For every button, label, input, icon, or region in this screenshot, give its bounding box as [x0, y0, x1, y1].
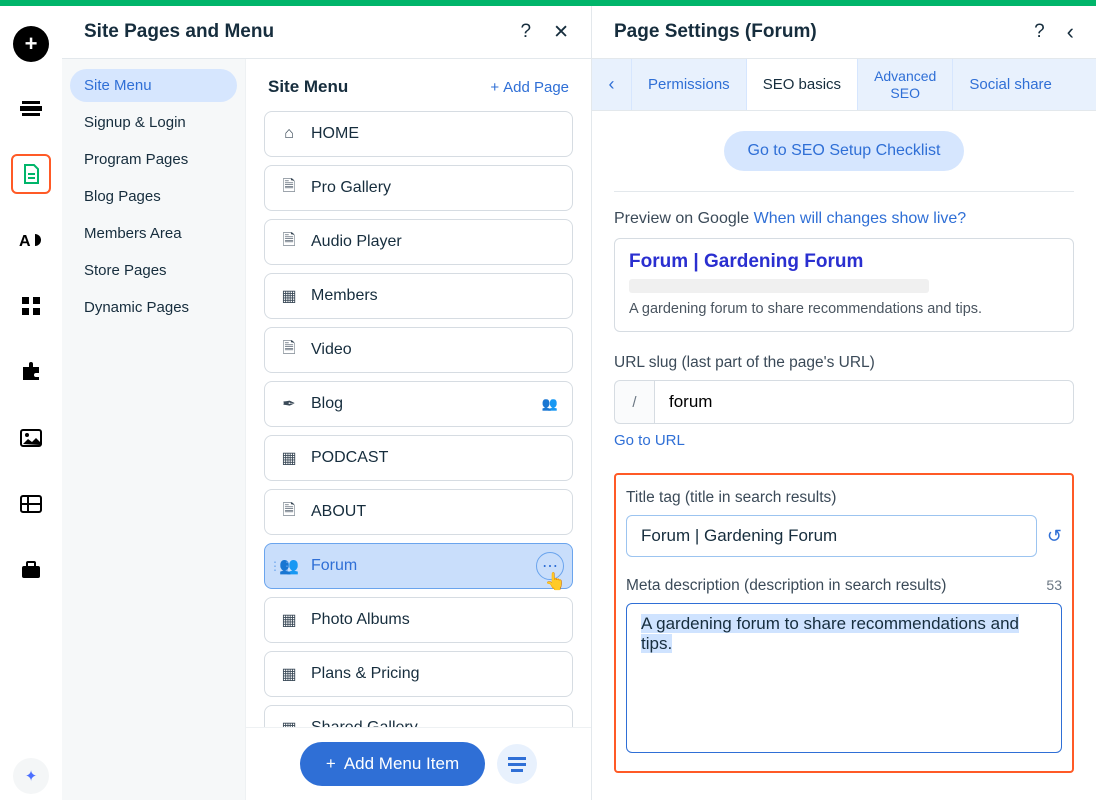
group-indicator-icon: 👥: [542, 396, 558, 412]
category-members-area[interactable]: Members Area: [70, 217, 237, 250]
page-item-audio-player[interactable]: 🗎 Audio Player: [264, 219, 573, 265]
doc-icon: 🗎: [279, 229, 299, 256]
help-button[interactable]: ?: [521, 21, 532, 43]
design-icon[interactable]: A: [11, 220, 51, 260]
page-item-plans-pricing[interactable]: ▦ Plans & Pricing: [264, 651, 573, 697]
apps-icon[interactable]: [11, 286, 51, 326]
page-item-pro-gallery[interactable]: 🗎 Pro Gallery: [264, 165, 573, 211]
grid-icon: ▦: [279, 286, 299, 306]
site-pages-header: Site Pages and Menu ? ✕: [62, 6, 591, 59]
pages-list: ⌂ HOME 🗎 Pro Gallery 🗎 Audio Player ▦ Member…: [246, 103, 591, 727]
page-label: ABOUT: [311, 503, 366, 521]
page-label: Audio Player: [311, 233, 402, 251]
category-blog-pages[interactable]: Blog Pages: [70, 180, 237, 213]
changes-live-link[interactable]: When will changes show live?: [754, 210, 967, 227]
seo-highlight-region: Title tag (title in search results) ↺ Me…: [614, 473, 1074, 773]
page-item-shared-gallery[interactable]: ▦ Shared Gallery: [264, 705, 573, 727]
doc-icon: 🗎: [279, 175, 299, 202]
page-item-forum[interactable]: ⋮⋮ 👥 Forum ⋯ 👆: [264, 543, 573, 589]
page-item-blog[interactable]: ✒ Blog 👥: [264, 381, 573, 427]
add-button[interactable]: +: [13, 26, 49, 62]
page-label: Members: [311, 287, 378, 305]
page-label: Pro Gallery: [311, 179, 391, 197]
add-page-label: Add Page: [503, 79, 569, 96]
close-button[interactable]: ✕: [553, 21, 569, 44]
page-settings-header: Page Settings (Forum) ? ‹: [592, 6, 1096, 59]
tab-permissions[interactable]: Permissions: [632, 59, 747, 110]
title-tag-input[interactable]: [626, 515, 1037, 557]
page-label: Forum: [311, 557, 357, 575]
url-slug-input[interactable]: [654, 380, 1074, 424]
add-menu-item-button[interactable]: + Add Menu Item: [300, 742, 485, 786]
category-site-menu[interactable]: Site Menu: [70, 69, 237, 102]
collapse-button[interactable]: ‹: [1067, 19, 1074, 45]
page-item-podcast[interactable]: ▦ PODCAST: [264, 435, 573, 481]
page-item-members[interactable]: ▦ Members: [264, 273, 573, 319]
category-program-pages[interactable]: Program Pages: [70, 143, 237, 176]
pages-column-heading: Site Menu: [268, 77, 348, 97]
category-dynamic-pages[interactable]: Dynamic Pages: [70, 291, 237, 324]
meta-description-input[interactable]: A gardening forum to share recommendatio…: [626, 603, 1062, 753]
page-settings-title: Page Settings (Forum): [614, 21, 817, 43]
doc-icon: 🗎: [279, 337, 299, 364]
page-label: Video: [311, 341, 352, 359]
page-item-home[interactable]: ⌂ HOME: [264, 111, 573, 157]
add-page-button[interactable]: + Add Page: [490, 79, 569, 96]
pages-icon[interactable]: [11, 154, 51, 194]
grid-icon: ▦: [279, 718, 299, 727]
category-store-pages[interactable]: Store Pages: [70, 254, 237, 287]
page-settings-panel: Page Settings (Forum) ? ‹ ‹ Permissions …: [592, 6, 1096, 800]
go-to-url-link[interactable]: Go to URL: [614, 432, 685, 449]
tab-social-share[interactable]: Social share: [953, 59, 1068, 110]
tabs-scroll-left[interactable]: ‹: [592, 59, 632, 110]
page-label: Photo Albums: [311, 611, 410, 629]
page-label: Plans & Pricing: [311, 665, 420, 683]
data-icon[interactable]: [11, 484, 51, 524]
page-categories-list: Site Menu Signup & Login Program Pages B…: [62, 59, 246, 800]
google-preview-box: Forum | Gardening Forum A gardening foru…: [614, 238, 1074, 332]
left-toolbar: + A ✦: [0, 6, 62, 800]
addons-icon[interactable]: [11, 352, 51, 392]
grid-icon: ▦: [279, 664, 299, 684]
page-more-button[interactable]: ⋯: [536, 552, 564, 580]
svg-text:A: A: [19, 233, 31, 250]
grid-icon: ▦: [279, 448, 299, 468]
page-label: PODCAST: [311, 449, 388, 467]
google-preview-url-placeholder: [629, 279, 929, 293]
tab-advanced-seo[interactable]: Advanced SEO: [858, 59, 953, 110]
home-icon: ⌂: [279, 125, 299, 143]
menu-settings-button[interactable]: [497, 744, 537, 784]
category-signup-login[interactable]: Signup & Login: [70, 106, 237, 139]
page-label: Shared Gallery: [311, 719, 418, 727]
pen-icon: ✒: [279, 394, 299, 414]
add-menu-item-label: Add Menu Item: [344, 754, 459, 774]
page-label: Blog: [311, 395, 343, 413]
page-item-photo-albums[interactable]: ▦ Photo Albums: [264, 597, 573, 643]
page-item-about[interactable]: 🗎 ABOUT: [264, 489, 573, 535]
site-pages-title: Site Pages and Menu: [84, 21, 274, 43]
url-slug-prefix: /: [614, 380, 654, 424]
grid-icon: ▦: [279, 610, 299, 630]
title-tag-label: Title tag (title in search results): [626, 489, 1062, 507]
google-preview-description: A gardening forum to share recommendatio…: [629, 301, 1059, 317]
google-preview-title: Forum | Gardening Forum: [629, 251, 1059, 273]
business-icon[interactable]: [11, 550, 51, 590]
reset-title-tag-icon[interactable]: ↺: [1047, 526, 1062, 547]
section-icon[interactable]: [11, 88, 51, 128]
google-preview-label: Preview on Google When will changes show…: [614, 210, 1074, 228]
page-label: HOME: [311, 125, 359, 143]
seo-checklist-button[interactable]: Go to SEO Setup Checklist: [724, 131, 965, 171]
ai-sparkle-icon[interactable]: ✦: [13, 758, 49, 794]
media-icon[interactable]: [11, 418, 51, 458]
tab-seo-basics[interactable]: SEO basics: [747, 59, 858, 110]
url-slug-label: URL slug (last part of the page's URL): [614, 354, 1074, 372]
settings-tabs: ‹ Permissions SEO basics Advanced SEO So…: [592, 59, 1096, 111]
meta-char-count: 53: [1046, 577, 1062, 593]
site-pages-panel: Site Pages and Menu ? ✕ Site Menu Signup…: [62, 6, 592, 800]
drag-handle-icon[interactable]: ⋮⋮: [269, 559, 293, 573]
meta-description-label: Meta description (description in search …: [626, 577, 1062, 595]
help-button[interactable]: ?: [1034, 21, 1045, 43]
page-item-video[interactable]: 🗎 Video: [264, 327, 573, 373]
doc-icon: 🗎: [279, 499, 299, 526]
